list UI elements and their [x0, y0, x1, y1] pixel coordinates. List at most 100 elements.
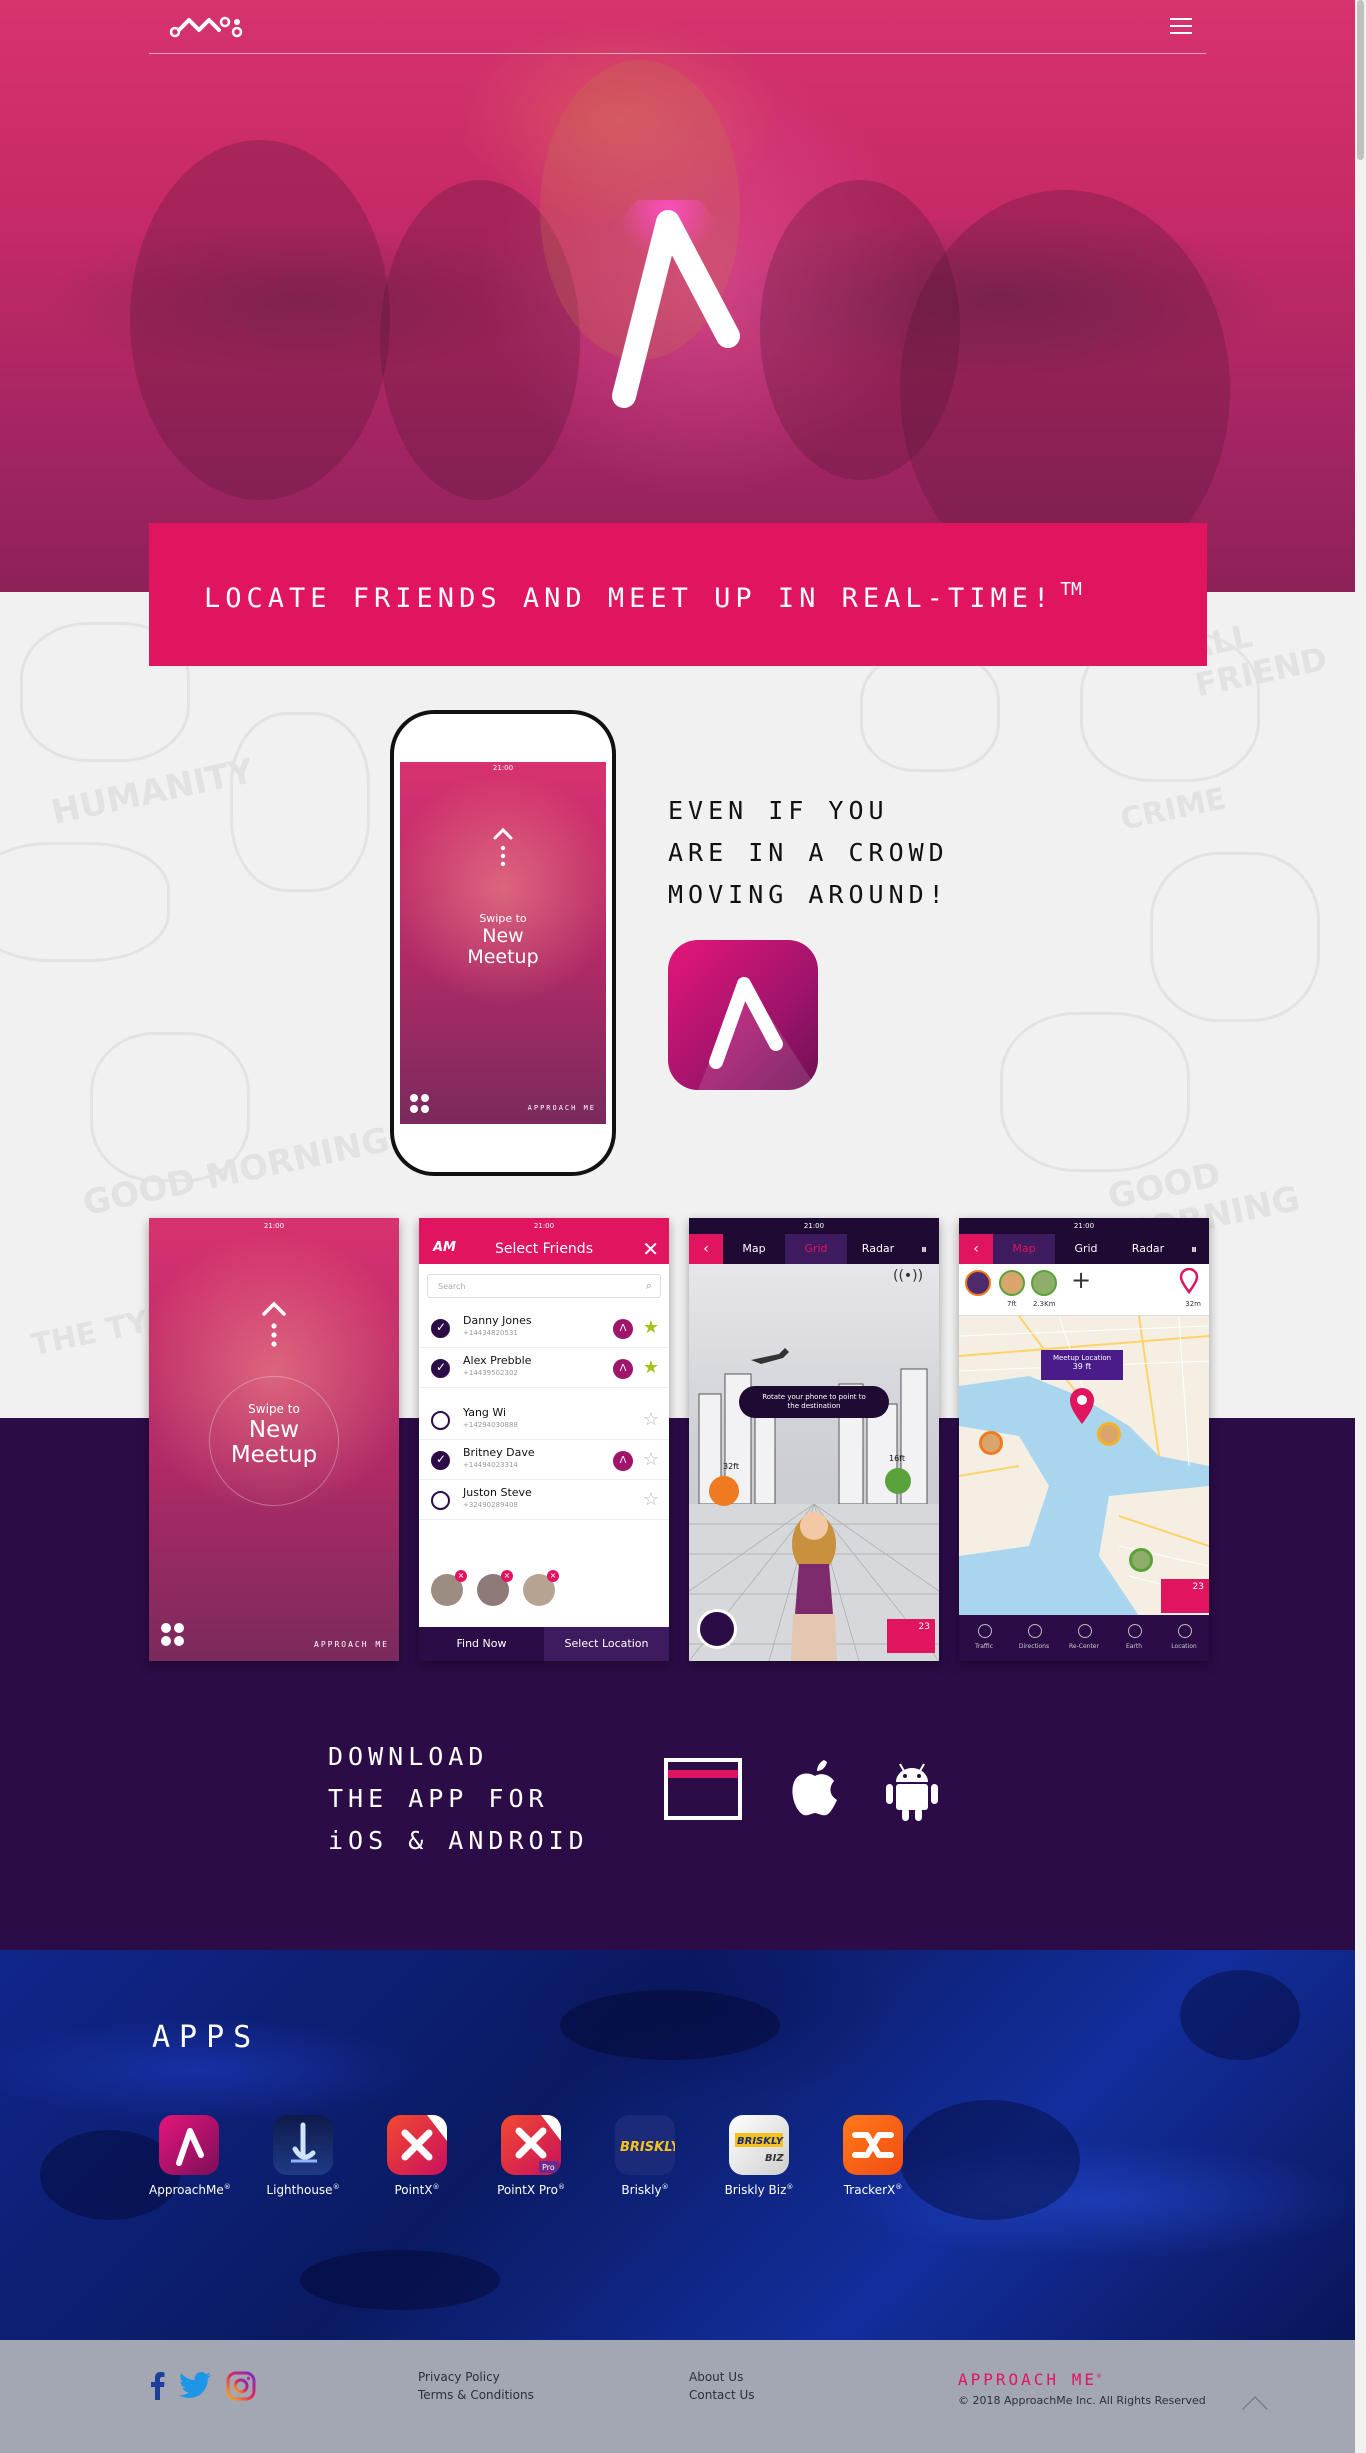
- tab-map[interactable]: Map: [723, 1234, 785, 1264]
- star-icon[interactable]: ☆: [643, 1449, 659, 1470]
- friend-marker[interactable]: [1129, 1548, 1153, 1572]
- select-checkbox[interactable]: [431, 1491, 450, 1510]
- avatar[interactable]: [1031, 1270, 1057, 1296]
- remove-icon[interactable]: ×: [547, 1570, 559, 1582]
- close-icon[interactable]: ✕: [642, 1237, 659, 1261]
- facebook-icon[interactable]: [149, 2370, 165, 2400]
- avatar[interactable]: [999, 1270, 1025, 1296]
- contact-us-link[interactable]: Contact Us: [689, 2388, 755, 2402]
- remove-icon[interactable]: ×: [501, 1570, 513, 1582]
- about-us-link[interactable]: About Us: [689, 2370, 743, 2384]
- screenshot-grid-view: 21:00 ‹ Map Grid Radar ⏸ Rotate your pho…: [689, 1218, 939, 1661]
- add-friend-icon[interactable]: +: [1071, 1266, 1091, 1294]
- logo-icon[interactable]: [169, 14, 245, 40]
- friend-marker[interactable]: [979, 1431, 1003, 1455]
- terms-link[interactable]: Terms & Conditions: [418, 2388, 534, 2402]
- pause-icon[interactable]: ⏸: [1179, 1242, 1209, 1257]
- compass-icon[interactable]: [697, 1609, 737, 1649]
- select-checkbox[interactable]: [431, 1451, 450, 1470]
- app-lighthouse[interactable]: Lighthouse®: [263, 2115, 343, 2197]
- app-label: ApproachMe®: [149, 2183, 231, 2197]
- friend-name: Alex Prebble: [463, 1354, 532, 1367]
- approachme-app-icon[interactable]: [668, 940, 818, 1090]
- friends-header: AM Select Friends ✕: [419, 1234, 669, 1264]
- star-icon[interactable]: ☆: [643, 1409, 659, 1430]
- tab-radar[interactable]: Radar: [1117, 1234, 1179, 1264]
- twitter-icon[interactable]: [180, 2372, 212, 2398]
- friend-row[interactable]: Yang Wi +14294030888 ☆: [419, 1400, 669, 1440]
- apple-icon[interactable]: [790, 1756, 840, 1818]
- friend-marker[interactable]: [1097, 1422, 1121, 1446]
- trackerx-icon: [843, 2115, 903, 2175]
- meetup-count-badge[interactable]: 23: [1161, 1579, 1209, 1613]
- friend-row[interactable]: Danny Jones +14434820531 Λ ★: [419, 1308, 669, 1348]
- friends-strip: 7ft 2.3Km + 32m: [959, 1264, 1209, 1316]
- meetup-pin-icon[interactable]: [1067, 1386, 1097, 1426]
- privacy-policy-link[interactable]: Privacy Policy: [418, 2370, 500, 2384]
- badge-count: 23: [918, 1622, 930, 1632]
- star-icon[interactable]: ★: [643, 1357, 659, 1378]
- scroll-top-icon[interactable]: [1242, 2396, 1268, 2422]
- windows-store-icon[interactable]: [664, 1758, 742, 1820]
- app-pointx-pro[interactable]: Pro PointX Pro®: [491, 2115, 571, 2197]
- friend-row[interactable]: Juston Steve +32490289408 ☆: [419, 1480, 669, 1520]
- approachme-logo-icon: [612, 200, 740, 408]
- remove-icon[interactable]: ×: [455, 1570, 467, 1582]
- nav-earth[interactable]: Earth: [1109, 1615, 1159, 1661]
- back-icon[interactable]: ‹: [959, 1234, 993, 1264]
- swipe-title: New: [482, 925, 524, 947]
- friend-pin[interactable]: [709, 1476, 739, 1506]
- nav-directions[interactable]: Directions: [1009, 1615, 1059, 1661]
- instagram-icon[interactable]: [226, 2371, 256, 2401]
- brand-wordmark: APPROACH ME: [527, 1104, 596, 1112]
- apps-title: APPS: [152, 2020, 261, 2055]
- grid-dots-icon[interactable]: [161, 1623, 185, 1647]
- find-now-button[interactable]: Find Now: [419, 1627, 544, 1661]
- scrollbar-thumb[interactable]: [1357, 0, 1364, 160]
- friend-row[interactable]: Alex Prebble +14439502302 Λ ★: [419, 1348, 669, 1388]
- trademark-mark: TM: [1060, 579, 1082, 600]
- scrollbar[interactable]: [1355, 0, 1366, 2453]
- pause-icon[interactable]: ⏸: [909, 1242, 939, 1257]
- app-approachme[interactable]: ApproachMe®: [149, 2115, 231, 2197]
- app-trackerx[interactable]: TrackerX®: [833, 2115, 913, 2197]
- search-input[interactable]: Search ⌕: [427, 1274, 661, 1298]
- app-briskly[interactable]: BRISKLY Briskly®: [605, 2115, 685, 2197]
- app-pointx[interactable]: PointX®: [377, 2115, 457, 2197]
- tab-radar[interactable]: Radar: [847, 1234, 909, 1264]
- download-message: DOWNLOAD THE APP FOR iOS & ANDROID: [328, 1736, 589, 1862]
- nav-location[interactable]: Location: [1159, 1615, 1209, 1661]
- app-briskly-biz[interactable]: BRISKLY BIZ Briskly Biz®: [719, 2115, 799, 2197]
- friend-phone: +32490289408: [463, 1501, 518, 1509]
- friend-row[interactable]: Britney Dave +14494023314 Λ ☆: [419, 1440, 669, 1480]
- select-checkbox[interactable]: [431, 1411, 450, 1430]
- swipe-title: New: [248, 1417, 300, 1443]
- svg-text:Pro: Pro: [542, 2163, 555, 2172]
- select-location-button[interactable]: Select Location: [544, 1627, 669, 1661]
- star-icon[interactable]: ☆: [643, 1489, 659, 1510]
- location-pin-icon[interactable]: [1179, 1267, 1199, 1295]
- meetup-callout: Meetup Location 39 ft: [1041, 1350, 1123, 1380]
- select-checkbox[interactable]: [431, 1359, 450, 1378]
- friend-pin[interactable]: [885, 1468, 911, 1494]
- avatar[interactable]: [965, 1270, 991, 1296]
- menu-icon[interactable]: [1170, 18, 1192, 36]
- tab-grid[interactable]: Grid: [1055, 1234, 1117, 1264]
- back-icon[interactable]: ‹: [689, 1234, 723, 1264]
- nav-re-center[interactable]: Re-Center: [1059, 1615, 1109, 1661]
- top-navigation: [149, 0, 1206, 54]
- search-icon: ⌕: [645, 1279, 652, 1292]
- radar-icon[interactable]: ((•)): [893, 1268, 923, 1284]
- grid-dots-icon[interactable]: [410, 1094, 430, 1114]
- tab-map[interactable]: Map: [993, 1234, 1055, 1264]
- select-checkbox[interactable]: [431, 1319, 450, 1338]
- friends-title: Select Friends: [495, 1241, 593, 1257]
- app-label: Briskly Biz®: [724, 2183, 794, 2197]
- download-line: THE APP FOR: [328, 1784, 549, 1813]
- android-icon[interactable]: [884, 1760, 940, 1822]
- star-icon[interactable]: ★: [643, 1317, 659, 1338]
- hero-banner: [0, 0, 1355, 592]
- tab-grid[interactable]: Grid: [785, 1234, 847, 1264]
- nav-traffic[interactable]: Traffic: [959, 1615, 1009, 1661]
- meetup-count-badge[interactable]: 23: [887, 1619, 935, 1653]
